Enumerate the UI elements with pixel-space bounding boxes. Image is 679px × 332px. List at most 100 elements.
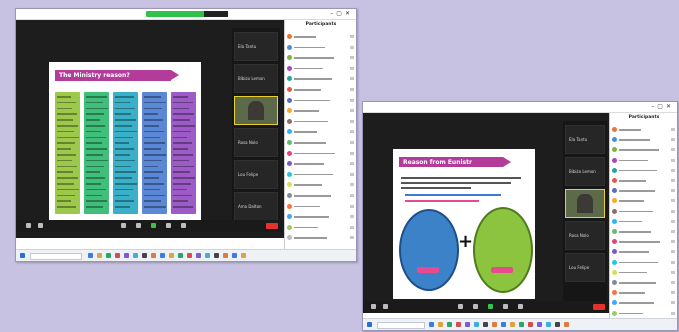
- participant-row[interactable]: [287, 171, 355, 177]
- participant-video-tile[interactable]: Bibizo Lemon: [565, 157, 605, 186]
- taskbar-app-icon[interactable]: [510, 322, 515, 327]
- participant-row[interactable]: [287, 118, 355, 124]
- mic-icon[interactable]: [671, 148, 675, 152]
- video-icon[interactable]: [383, 304, 388, 309]
- participant-row[interactable]: [612, 157, 676, 163]
- reactions-icon[interactable]: [518, 304, 523, 309]
- taskbar-app-icon[interactable]: [546, 322, 551, 327]
- mic-icon[interactable]: [350, 141, 354, 144]
- mic-icon[interactable]: [671, 158, 675, 162]
- mic-icon[interactable]: [671, 270, 675, 274]
- taskbar-app-icon[interactable]: [447, 322, 452, 327]
- mic-icon[interactable]: [350, 119, 354, 123]
- participant-row[interactable]: [287, 193, 355, 198]
- participant-row[interactable]: [612, 188, 676, 194]
- participant-row[interactable]: [287, 34, 355, 39]
- end-meeting-button[interactable]: [266, 223, 278, 229]
- participant-video-tile[interactable]: Bibizo Lemon: [234, 64, 278, 93]
- mic-icon[interactable]: [350, 130, 354, 134]
- active-speaker-video[interactable]: [565, 189, 605, 218]
- mic-icon[interactable]: [350, 183, 354, 187]
- mic-icon[interactable]: [350, 88, 354, 91]
- mic-icon[interactable]: [371, 304, 376, 309]
- windows-start-icon[interactable]: [367, 322, 372, 327]
- participant-row[interactable]: [287, 214, 355, 220]
- taskbar-search[interactable]: [377, 322, 425, 329]
- participant-row[interactable]: [612, 300, 676, 306]
- taskbar-app-icon[interactable]: [501, 322, 506, 327]
- participant-row[interactable]: [612, 147, 676, 153]
- mic-icon[interactable]: [671, 240, 675, 244]
- chat-icon[interactable]: [136, 223, 141, 228]
- mic-icon[interactable]: [671, 230, 675, 233]
- participant-row[interactable]: [612, 218, 676, 224]
- mic-icon[interactable]: [671, 260, 675, 264]
- participant-video-tile[interactable]: Ela Tantu: [565, 125, 605, 154]
- participant-row[interactable]: [287, 65, 355, 71]
- participant-row[interactable]: [612, 269, 676, 275]
- taskbar-app-icon[interactable]: [483, 322, 488, 327]
- taskbar-app-icon[interactable]: [555, 322, 560, 327]
- mic-icon[interactable]: [350, 172, 354, 176]
- mic-icon[interactable]: [671, 168, 675, 172]
- mic-icon[interactable]: [671, 189, 675, 193]
- taskbar-app-icon[interactable]: [537, 322, 542, 327]
- taskbar-app-icon[interactable]: [564, 322, 569, 327]
- mic-icon[interactable]: [350, 225, 354, 229]
- chat-icon[interactable]: [473, 304, 478, 309]
- taskbar-app-icon[interactable]: [429, 322, 434, 327]
- participant-row[interactable]: [287, 182, 355, 188]
- mic-icon[interactable]: [350, 151, 354, 155]
- taskbar-app-icon[interactable]: [169, 253, 174, 258]
- taskbar-app-icon[interactable]: [196, 253, 201, 258]
- taskbar-app-icon[interactable]: [106, 253, 111, 258]
- participant-row[interactable]: [287, 108, 355, 114]
- record-icon[interactable]: [503, 304, 508, 309]
- windows-start-icon[interactable]: [20, 253, 25, 258]
- taskbar-app-icon[interactable]: [528, 322, 533, 327]
- participant-row[interactable]: [287, 203, 355, 209]
- participant-video-tile[interactable]: Ama Dalton: [234, 192, 278, 221]
- taskbar-app-icon[interactable]: [223, 253, 228, 258]
- mic-icon[interactable]: [350, 77, 354, 81]
- participant-video-tile[interactable]: Lou Felipe: [565, 253, 605, 282]
- participant-row[interactable]: [612, 208, 676, 214]
- taskbar-app-icon[interactable]: [465, 322, 470, 327]
- screen-share-bar[interactable]: [146, 11, 228, 17]
- taskbar-app-icon[interactable]: [160, 253, 165, 258]
- mic-icon[interactable]: [350, 109, 354, 113]
- participant-row[interactable]: [612, 259, 676, 265]
- participant-row[interactable]: [612, 127, 676, 132]
- participant-row[interactable]: [612, 290, 676, 296]
- participants-icon[interactable]: [121, 223, 126, 228]
- mic-icon[interactable]: [350, 236, 354, 240]
- participant-video-tile[interactable]: Lou Felipe: [234, 160, 278, 189]
- taskbar-app-icon[interactable]: [456, 322, 461, 327]
- participant-row[interactable]: [612, 249, 676, 255]
- participant-row[interactable]: [287, 55, 355, 61]
- mic-icon[interactable]: [350, 194, 354, 197]
- mic-icon[interactable]: [671, 301, 675, 305]
- active-speaker-video[interactable]: [234, 96, 278, 125]
- participant-row[interactable]: [612, 137, 676, 143]
- mic-icon[interactable]: [671, 138, 675, 142]
- taskbar-app-icon[interactable]: [214, 253, 219, 258]
- participant-row[interactable]: [612, 178, 676, 183]
- participant-row[interactable]: [287, 150, 355, 156]
- mic-icon[interactable]: [350, 35, 354, 38]
- participant-row[interactable]: [287, 235, 355, 241]
- share-screen-icon[interactable]: [488, 304, 493, 309]
- window-controls[interactable]: –▢✕: [651, 103, 674, 110]
- taskbar-app-icon[interactable]: [492, 322, 497, 327]
- record-icon[interactable]: [166, 223, 171, 228]
- mic-icon[interactable]: [671, 250, 675, 254]
- taskbar-app-icon[interactable]: [133, 253, 138, 258]
- participant-row[interactable]: [287, 76, 355, 82]
- stop-share-button[interactable]: [204, 11, 228, 17]
- taskbar-app-icon[interactable]: [232, 253, 237, 258]
- participant-row[interactable]: [287, 224, 355, 230]
- participant-row[interactable]: [612, 239, 676, 245]
- window-controls[interactable]: –▢✕: [330, 10, 353, 17]
- mic-icon[interactable]: [350, 45, 354, 49]
- mic-icon[interactable]: [26, 223, 31, 228]
